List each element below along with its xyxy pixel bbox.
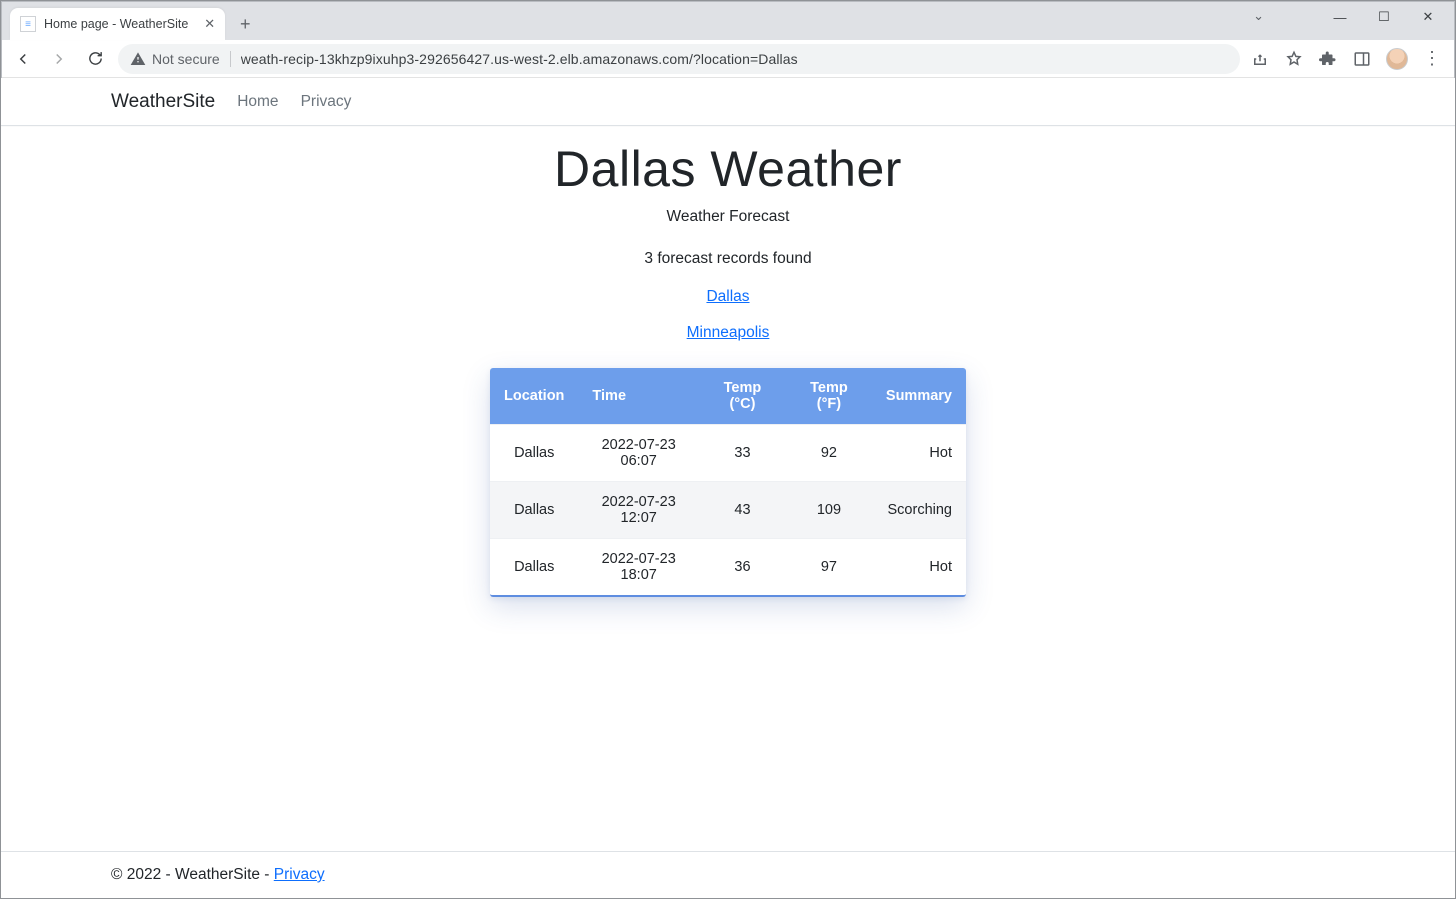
not-secure-label: Not secure [152,51,220,67]
col-temp-f: Temp (°F) [786,368,872,425]
page-heading: Dallas Weather [1,140,1455,198]
site-footer: © 2022 - WeatherSite - Privacy [1,851,1455,898]
col-location: Location [490,368,578,425]
brand[interactable]: WeatherSite [111,91,215,113]
window-minimize-button[interactable]: — [1318,2,1362,32]
table-row: Dallas 2022-07-23 18:07 36 97 Hot [490,539,966,596]
footer-text: © 2022 - WeatherSite - [111,866,274,883]
profile-avatar[interactable] [1386,48,1408,70]
share-icon[interactable] [1250,49,1270,69]
cell-time: 2022-07-23 06:07 [578,425,699,482]
extensions-icon[interactable] [1318,49,1338,69]
location-link-dallas[interactable]: Dallas [1,288,1455,306]
cell-temp-f: 97 [786,539,872,596]
table-row: Dallas 2022-07-23 06:07 33 92 Hot [490,425,966,482]
side-panel-icon[interactable] [1352,49,1372,69]
browser-tab[interactable]: ≡ Home page - WeatherSite ✕ [10,8,225,40]
main-content: Dallas Weather Weather Forecast 3 foreca… [1,126,1455,851]
window-maximize-button[interactable]: ☐ [1362,2,1406,32]
cell-location: Dallas [490,482,578,539]
forward-button[interactable] [46,46,72,72]
window-close-button[interactable]: ✕ [1406,2,1450,32]
kebab-menu-icon[interactable]: ⋮ [1422,49,1442,69]
cell-location: Dallas [490,425,578,482]
col-summary: Summary [872,368,966,425]
favicon-icon: ≡ [20,16,36,32]
address-bar[interactable]: Not secure weath-recip-13khzp9ixuhp3-292… [118,44,1240,74]
col-time: Time [578,368,699,425]
address-separator [230,51,231,67]
table-header-row: Location Time Temp (°C) Temp (°F) Summar… [490,368,966,425]
tab-title: Home page - WeatherSite [44,17,188,31]
table-row: Dallas 2022-07-23 12:07 43 109 Scorching [490,482,966,539]
cell-summary: Hot [872,539,966,596]
tabs-dropdown-icon[interactable]: ⌄ [1253,8,1264,24]
reload-button[interactable] [82,46,108,72]
site-navbar: WeatherSite Home Privacy [1,78,1455,126]
forecast-table: Location Time Temp (°C) Temp (°F) Summar… [490,368,966,595]
location-link-minneapolis[interactable]: Minneapolis [1,324,1455,342]
cell-summary: Hot [872,425,966,482]
cell-temp-c: 36 [699,539,786,596]
not-secure-badge: Not secure [130,51,220,67]
cell-temp-f: 109 [786,482,872,539]
warning-icon [130,51,146,67]
tab-close-icon[interactable]: ✕ [204,16,215,32]
browser-titlebar: ≡ Home page - WeatherSite ✕ + ⌄ — ☐ ✕ [2,2,1454,40]
page-subtitle: Weather Forecast [1,208,1455,226]
bookmark-star-icon[interactable] [1284,49,1304,69]
address-url: weath-recip-13khzp9ixuhp3-292656427.us-w… [241,51,798,67]
cell-location: Dallas [490,539,578,596]
browser-chrome: ≡ Home page - WeatherSite ✕ + ⌄ — ☐ ✕ [1,1,1455,78]
cell-temp-c: 43 [699,482,786,539]
back-button[interactable] [10,46,36,72]
col-temp-c: Temp (°C) [699,368,786,425]
record-count: 3 forecast records found [1,250,1455,268]
forecast-table-card: Location Time Temp (°C) Temp (°F) Summar… [490,368,966,597]
new-tab-button[interactable]: + [231,10,259,38]
cell-temp-f: 92 [786,425,872,482]
cell-temp-c: 33 [699,425,786,482]
footer-privacy-link[interactable]: Privacy [274,866,325,883]
cell-time: 2022-07-23 18:07 [578,539,699,596]
cell-summary: Scorching [872,482,966,539]
browser-toolbar: Not secure weath-recip-13khzp9ixuhp3-292… [2,40,1454,78]
nav-home[interactable]: Home [237,93,278,111]
cell-time: 2022-07-23 12:07 [578,482,699,539]
nav-privacy[interactable]: Privacy [301,93,352,111]
